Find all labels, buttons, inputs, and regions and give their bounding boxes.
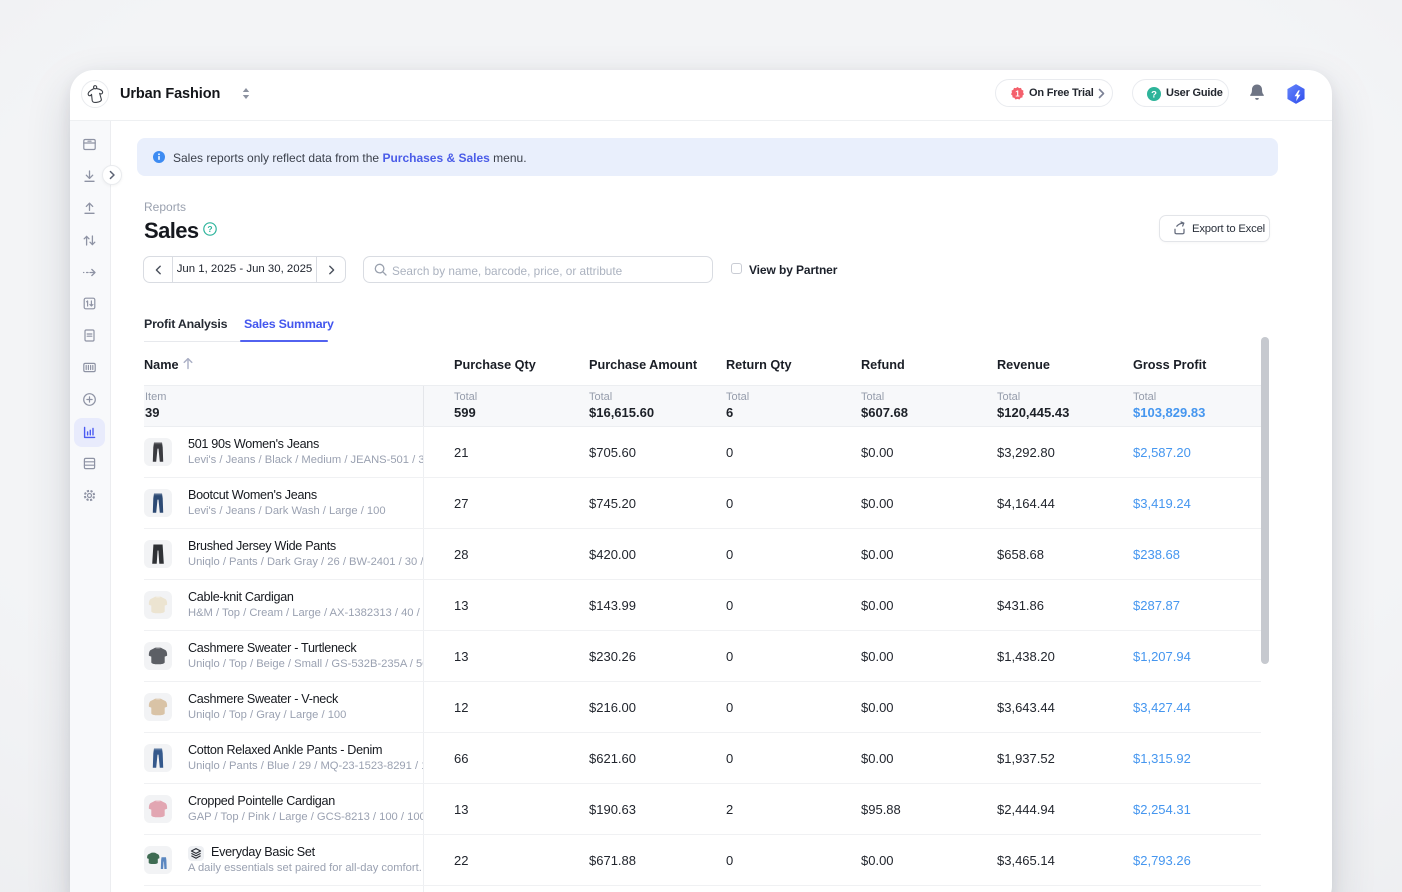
svg-text:?: ? xyxy=(207,224,212,234)
svg-text:1: 1 xyxy=(1015,89,1020,98)
svg-text:?: ? xyxy=(1151,89,1157,100)
